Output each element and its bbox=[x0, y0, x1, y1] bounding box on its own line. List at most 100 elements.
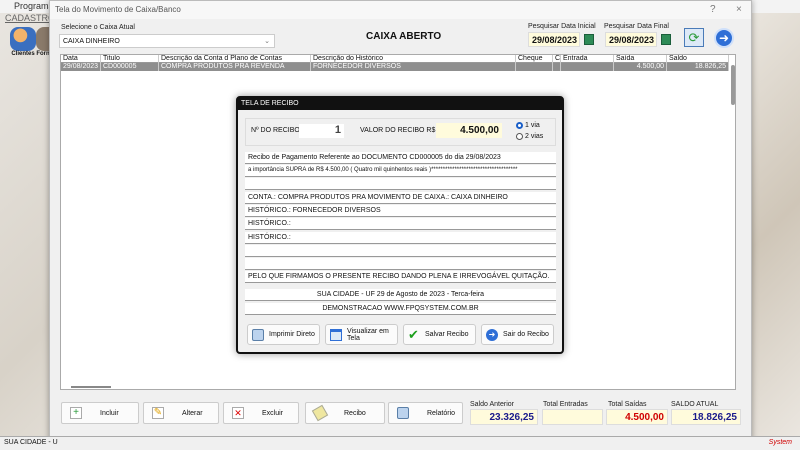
button-label: Imprimir Direto bbox=[269, 331, 315, 338]
recibo-line[interactable] bbox=[245, 178, 556, 190]
radio-label: 2 vias bbox=[525, 133, 544, 140]
help-button[interactable]: ? bbox=[710, 4, 716, 15]
caixa-label: Selecione o Caixa Atual bbox=[61, 24, 135, 31]
data-final-label: Pesquisar Data Final bbox=[604, 23, 669, 30]
total-saidas-value: 4.500,00 bbox=[606, 409, 668, 425]
button-label: Excluir bbox=[262, 409, 284, 417]
saldo-atual-value: 18.826,25 bbox=[671, 409, 741, 425]
col-saldo[interactable]: Saldo bbox=[667, 55, 729, 63]
calendar-icon[interactable] bbox=[584, 34, 594, 45]
caixa-select[interactable]: CAIXA DINHEIRO ⌄ bbox=[59, 34, 275, 48]
table-row[interactable]: 29/08/2023 CD000005 COMPRA PRODUTOS PRA … bbox=[61, 63, 729, 71]
vertical-scrollbar[interactable] bbox=[731, 65, 735, 105]
arrow-right-icon[interactable]: ➜ bbox=[714, 28, 734, 48]
col-conta[interactable]: Descrição da Conta d Plano de Contas bbox=[159, 55, 311, 63]
dialog-title: TELA DE RECIBO bbox=[238, 98, 562, 110]
receipt-icon bbox=[311, 404, 329, 422]
relatorio-button[interactable]: Relatório bbox=[388, 402, 463, 424]
visualizar-button[interactable]: Visualizar em Tela bbox=[325, 324, 398, 345]
close-button[interactable]: × bbox=[736, 4, 742, 15]
caixa-status: CAIXA ABERTO bbox=[366, 31, 442, 42]
salvar-recibo-button[interactable]: ✔ Salvar Recibo bbox=[403, 324, 476, 345]
numero-label: Nº DO RECIBO bbox=[251, 127, 300, 134]
recibo-line[interactable]: CONTA.: COMPRA PRODUTOS PRA MOVIMENTO DE… bbox=[245, 192, 556, 204]
sair-recibo-button[interactable]: ➜ Sair do Recibo bbox=[481, 324, 554, 345]
valor-field[interactable]: 4.500,00 bbox=[436, 123, 502, 138]
excluir-button[interactable]: ✕ Excluir bbox=[223, 402, 299, 424]
cell-entrada bbox=[561, 63, 614, 71]
status-city: SUA CIDADE - U bbox=[4, 439, 58, 446]
recibo-line[interactable] bbox=[245, 258, 556, 270]
printer-icon bbox=[252, 328, 264, 341]
col-historico[interactable]: Descrição do Histórico bbox=[311, 55, 516, 63]
button-label: Sair do Recibo bbox=[503, 331, 549, 338]
recibo-line[interactable]: HISTÓRICO.: bbox=[245, 218, 556, 230]
cell-saldo: 18.826,25 bbox=[667, 63, 729, 71]
add-document-icon: + bbox=[70, 407, 82, 419]
cell-titulo: CD000005 bbox=[101, 63, 159, 71]
toolbar-label: Clientes bbox=[11, 51, 35, 57]
button-label: Relatório bbox=[427, 409, 456, 417]
valor-label: VALOR DO RECIBO R$ bbox=[360, 127, 436, 134]
edit-icon: ✎ bbox=[152, 407, 164, 419]
recibo-line[interactable] bbox=[245, 245, 556, 257]
saldo-anterior-value: 23.326,25 bbox=[470, 409, 538, 425]
horizontal-scrollbar[interactable] bbox=[71, 386, 111, 388]
col-titulo[interactable]: Titulo bbox=[101, 55, 159, 63]
radio-label: 1 via bbox=[525, 122, 540, 129]
radio-1-via[interactable]: 1 via bbox=[516, 122, 540, 129]
recibo-empresa[interactable]: DEMONSTRACAO WWW.FPQSYSTEM.COM.BR bbox=[245, 303, 556, 315]
recibo-line[interactable]: Recibo de Pagamento Referente ao DOCUMEN… bbox=[245, 152, 556, 164]
numero-field[interactable]: 1 bbox=[299, 124, 344, 138]
grid-header: Data Titulo Descrição da Conta d Plano d… bbox=[61, 55, 729, 63]
window-title-bar: Tela do Movimento de Caixa/Banco bbox=[50, 1, 751, 19]
radio-checked-icon bbox=[516, 122, 523, 129]
cell-saida: 4.500,00 bbox=[614, 63, 667, 71]
alterar-button[interactable]: ✎ Alterar bbox=[143, 402, 219, 424]
checkmark-icon: ✔ bbox=[408, 326, 419, 342]
recibo-line[interactable]: PELO QUE FIRMAMOS O PRESENTE RECIBO DAND… bbox=[245, 271, 556, 283]
toolbar-fornecedores[interactable]: Forn bbox=[36, 27, 50, 63]
total-entradas-value bbox=[542, 409, 603, 425]
data-inicial-field[interactable]: 29/08/2023 bbox=[528, 32, 580, 47]
saldo-atual-label: SALDO ATUAL bbox=[671, 401, 719, 408]
cell-historico: FORNECEDOR DIVERSOS bbox=[311, 63, 516, 71]
button-label: Recibo bbox=[344, 409, 366, 417]
recibo-line[interactable]: a importância SUPRA de R$ 4.500,00 ( Qua… bbox=[245, 165, 556, 177]
button-label: Alterar bbox=[182, 409, 203, 417]
cell-c bbox=[553, 63, 561, 71]
radio-unchecked-icon bbox=[516, 133, 523, 140]
arrow-right-icon: ➜ bbox=[486, 328, 498, 341]
calendar-icon[interactable] bbox=[661, 34, 671, 45]
total-entradas-label: Total Entradas bbox=[543, 401, 588, 408]
recibo-dialog: TELA DE RECIBO Nº DO RECIBO 1 VALOR DO R… bbox=[236, 96, 564, 354]
col-data[interactable]: Data bbox=[61, 55, 101, 63]
caixa-value: CAIXA DINHEIRO bbox=[63, 38, 120, 45]
recibo-line[interactable]: HISTÓRICO.: FORNECEDOR DIVERSOS bbox=[245, 205, 556, 217]
incluir-button[interactable]: + Incluir bbox=[61, 402, 139, 424]
col-cheque[interactable]: Cheque bbox=[516, 55, 553, 63]
recibo-button[interactable]: Recibo bbox=[305, 402, 385, 424]
window-icon bbox=[330, 328, 342, 341]
window-title: Tela do Movimento de Caixa/Banco bbox=[55, 5, 181, 14]
saldo-anterior-label: Saldo Anterior bbox=[470, 401, 514, 408]
cell-data: 29/08/2023 bbox=[61, 63, 101, 71]
status-bar: SUA CIDADE - U System bbox=[0, 436, 800, 450]
col-saida[interactable]: Saída bbox=[614, 55, 667, 63]
button-label: Salvar Recibo bbox=[425, 331, 469, 338]
col-c[interactable]: C bbox=[553, 55, 561, 63]
status-system: System bbox=[768, 439, 792, 446]
clients-icon bbox=[10, 27, 36, 51]
imprimir-direto-button[interactable]: Imprimir Direto bbox=[247, 324, 320, 345]
delete-icon: ✕ bbox=[232, 407, 244, 419]
recibo-cidade-data[interactable]: SUA CIDADE - UF 29 de Agosto de 2023 - T… bbox=[245, 289, 556, 301]
button-label: Incluir bbox=[100, 409, 119, 417]
chevron-down-icon: ⌄ bbox=[264, 38, 270, 45]
refresh-icon[interactable]: ⟳ bbox=[684, 28, 704, 47]
total-saidas-label: Total Saídas bbox=[608, 401, 647, 408]
data-inicial-label: Pesquisar Data Inicial bbox=[528, 23, 596, 30]
recibo-line[interactable]: HISTÓRICO.: bbox=[245, 232, 556, 244]
col-entrada[interactable]: Entrada bbox=[561, 55, 614, 63]
data-final-field[interactable]: 29/08/2023 bbox=[605, 32, 657, 47]
radio-2-vias[interactable]: 2 vias bbox=[516, 133, 543, 140]
